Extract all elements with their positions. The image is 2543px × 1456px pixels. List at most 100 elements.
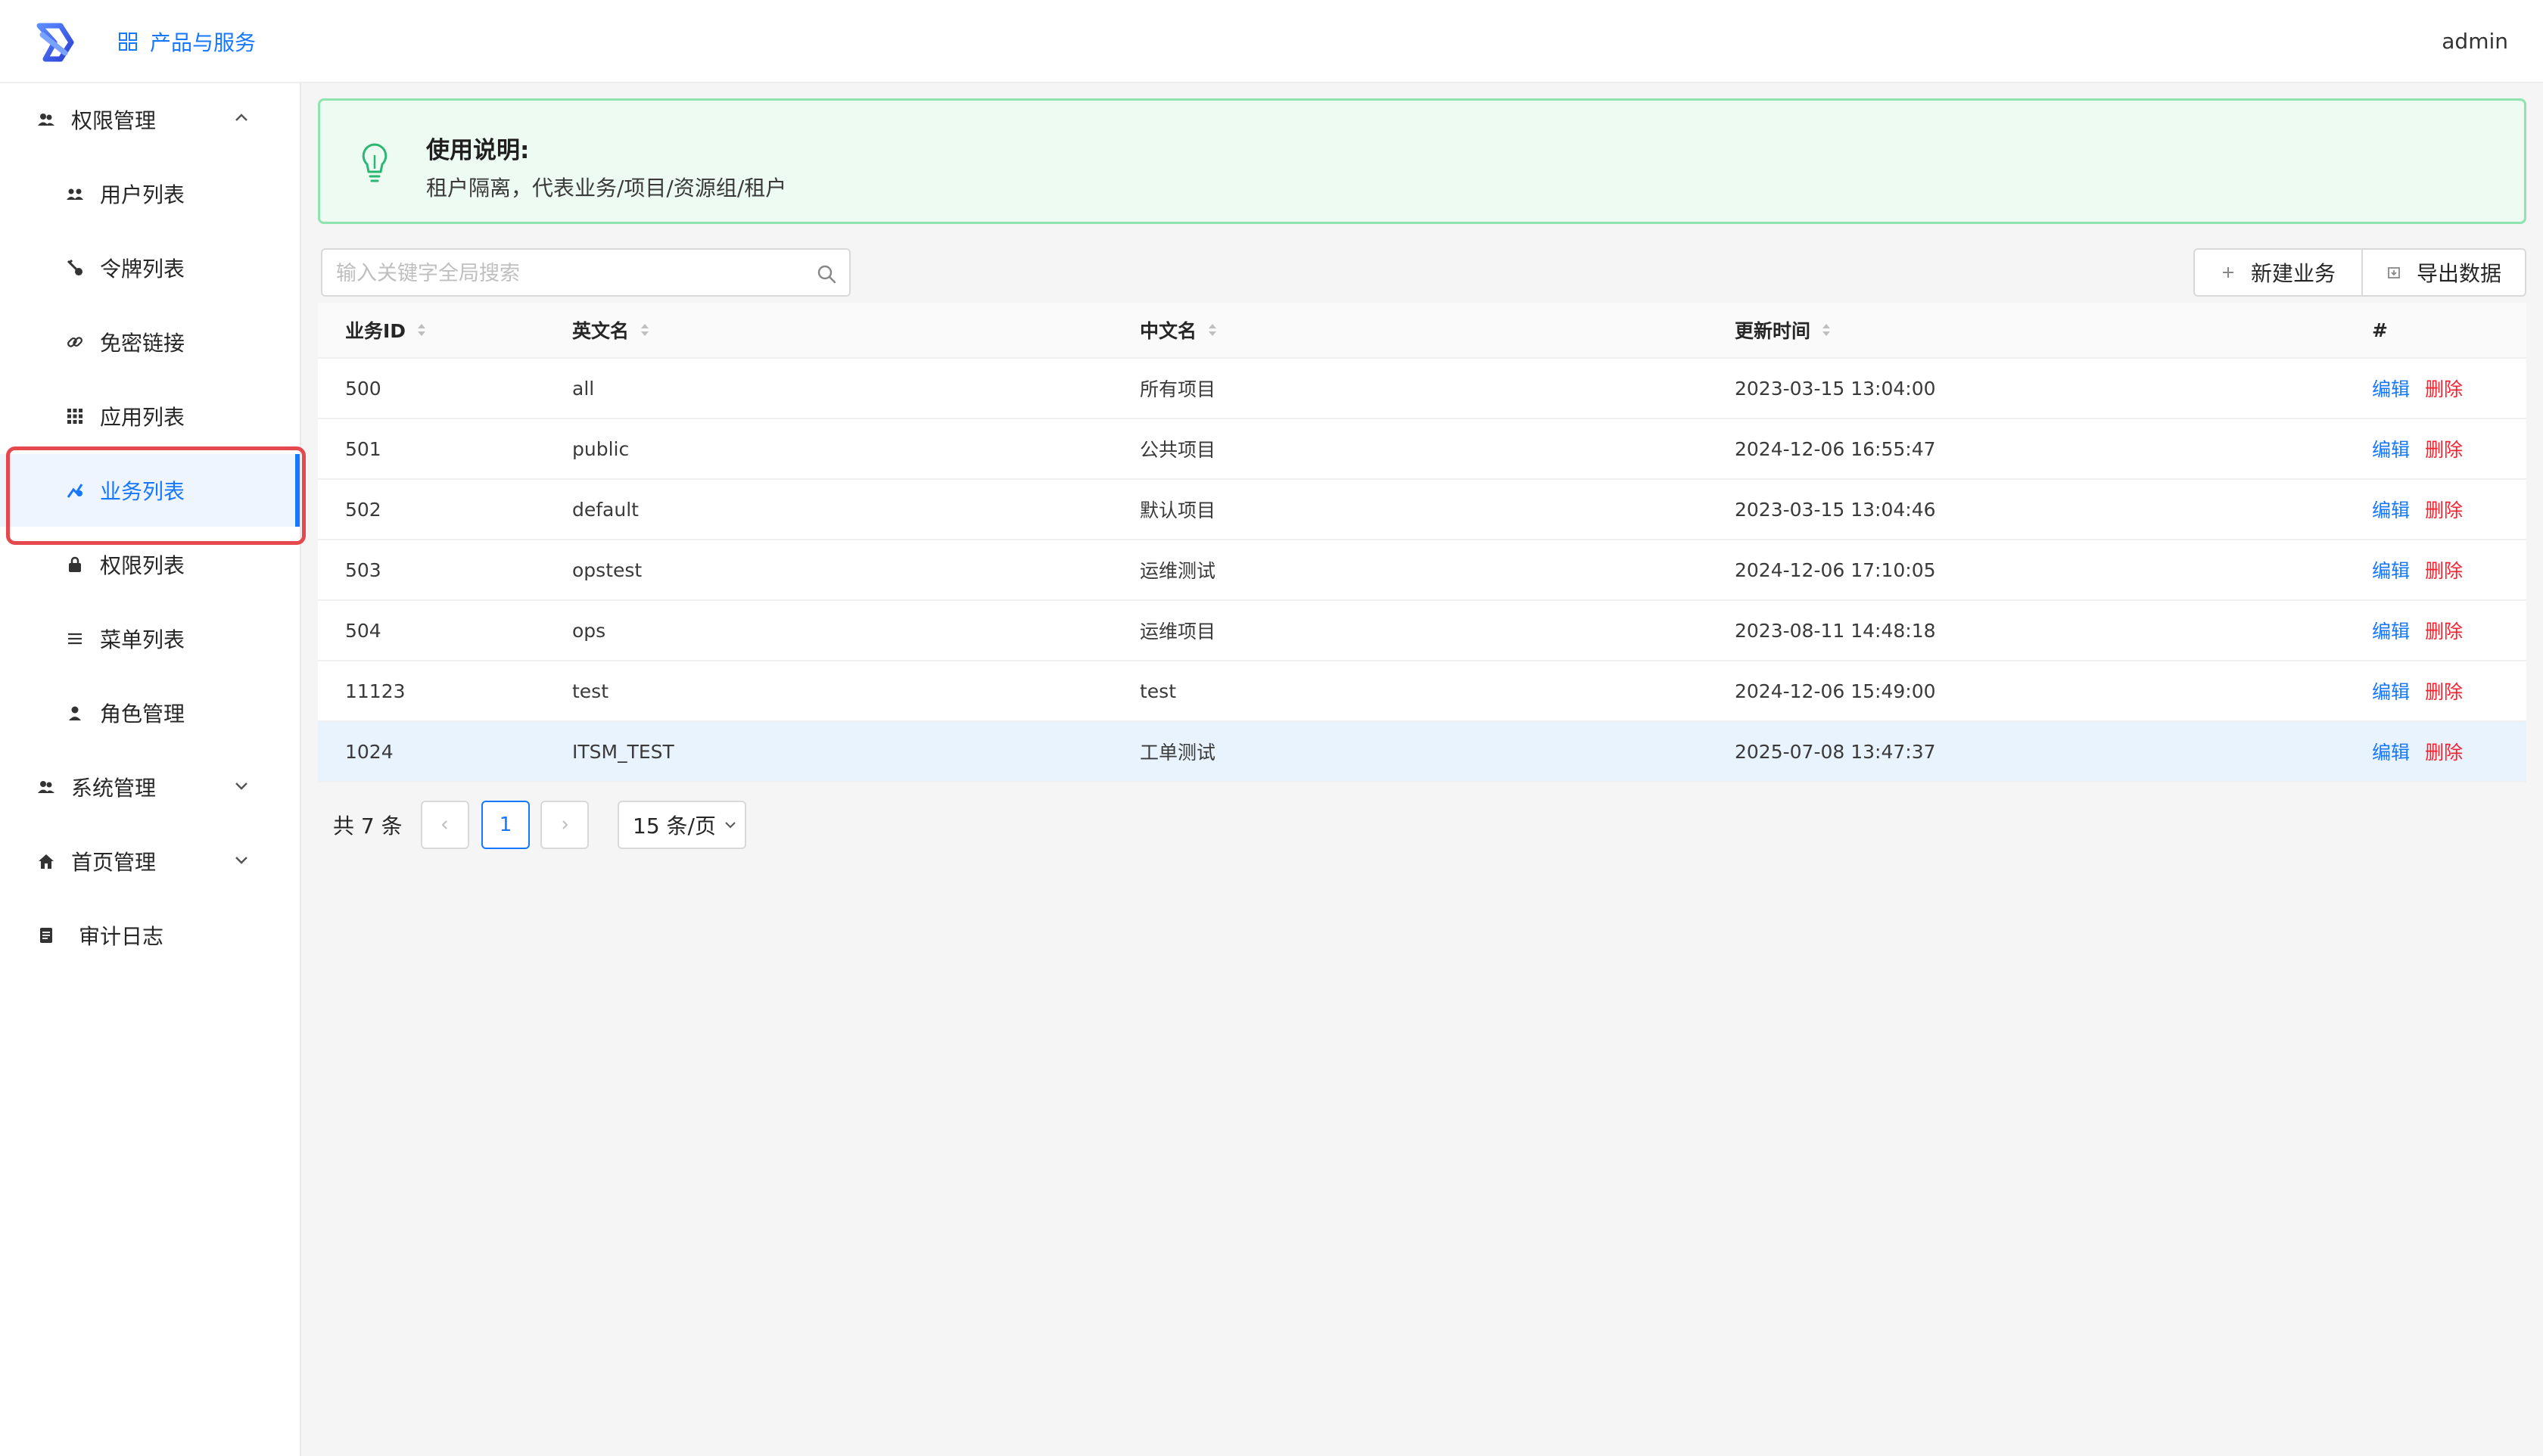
- cell-chinese-name: 运维测试: [1140, 560, 1216, 582]
- team-icon: [36, 777, 56, 797]
- sidebar-item-menu-list[interactable]: 菜单列表: [0, 602, 300, 675]
- chevron-right-icon: [562, 820, 568, 829]
- cell-id: 502: [345, 498, 381, 521]
- new-business-button[interactable]: 新建业务: [2195, 250, 2363, 295]
- delete-link[interactable]: 删除: [2425, 556, 2463, 583]
- edit-link[interactable]: 编辑: [2372, 556, 2410, 583]
- cell-chinese-name: 默认项目: [1140, 499, 1216, 521]
- sort-icon: [418, 324, 426, 336]
- delete-link[interactable]: 删除: [2425, 617, 2463, 644]
- sidebar-item-audit-log[interactable]: 审计日志: [0, 899, 300, 972]
- cell-english-name: opstest: [572, 558, 643, 581]
- sidebar-item-user-list[interactable]: 用户列表: [0, 157, 300, 230]
- column-header-label: 业务ID: [345, 320, 406, 342]
- delete-link[interactable]: 删除: [2425, 738, 2463, 765]
- plus-icon: [2222, 267, 2233, 278]
- cell-actions: 编辑 删除: [2372, 601, 2463, 660]
- sidebar-item-token-list[interactable]: 令牌列表: [0, 232, 300, 304]
- column-header-english-name[interactable]: 英文名: [572, 303, 650, 357]
- table-row[interactable]: 501 public 公共项目 2024-12-06 16:55:47 编辑 删…: [318, 419, 2526, 480]
- sidebar-item-passwordless-link[interactable]: 免密链接: [0, 306, 300, 378]
- edit-link[interactable]: 编辑: [2372, 677, 2410, 705]
- logo-icon[interactable]: [32, 20, 77, 65]
- sidebar-item-label: 免密链接: [100, 331, 185, 356]
- sidebar-item-role-management[interactable]: 角色管理: [0, 677, 300, 749]
- cell-id: 500: [345, 377, 381, 400]
- sidebar-item-permission-list[interactable]: 权限列表: [0, 528, 300, 601]
- cell-updated-time: 2023-03-15 13:04:46: [1735, 498, 1936, 521]
- page-size-select[interactable]: 15 条/页: [618, 801, 746, 849]
- export-data-label: 导出数据: [2416, 261, 2501, 286]
- edit-link[interactable]: 编辑: [2372, 617, 2410, 644]
- sidebar-item-label: 权限管理: [71, 108, 157, 133]
- export-data-button[interactable]: 导出数据: [2363, 250, 2525, 295]
- key-icon: [65, 258, 85, 278]
- edit-link[interactable]: 编辑: [2372, 375, 2410, 402]
- sort-icon: [1822, 324, 1831, 336]
- column-header-chinese-name[interactable]: 中文名: [1140, 303, 1218, 357]
- total-count: 共 7 条: [333, 814, 403, 838]
- table-header: 业务ID 英文名 中文名 更新时间 #: [318, 303, 2526, 359]
- cell-chinese-name: test: [1140, 680, 1177, 702]
- edit-link[interactable]: 编辑: [2372, 738, 2410, 765]
- alert-description: 租户隔离，代表业务/项目/资源组/租户: [426, 176, 787, 201]
- prev-page-button[interactable]: [421, 801, 469, 849]
- table-row[interactable]: 502 default 默认项目 2023-03-15 13:04:46 编辑 …: [318, 480, 2526, 540]
- sidebar-item-label: 业务列表: [100, 479, 185, 504]
- alert-title: 使用说明:: [426, 137, 530, 164]
- export-icon: [2388, 267, 2400, 278]
- column-header-id[interactable]: 业务ID: [345, 303, 427, 357]
- cell-english-name: test: [572, 680, 609, 702]
- users-icon: [65, 184, 85, 204]
- usage-alert: 使用说明: 租户隔离，代表业务/项目/资源组/租户: [318, 98, 2526, 224]
- cell-chinese-name: 所有项目: [1140, 378, 1216, 400]
- delete-link[interactable]: 删除: [2425, 677, 2463, 705]
- cell-updated-time: 2024-12-06 15:49:00: [1735, 680, 1936, 702]
- chevron-up-icon: [235, 114, 247, 121]
- products-services-menu[interactable]: 产品与服务: [118, 26, 256, 58]
- user-name[interactable]: admin: [2442, 29, 2508, 54]
- page-number-button[interactable]: 1: [481, 801, 530, 849]
- delete-link[interactable]: 删除: [2425, 435, 2463, 462]
- delete-link[interactable]: 删除: [2425, 496, 2463, 523]
- edit-link[interactable]: 编辑: [2372, 496, 2410, 523]
- table-row[interactable]: 11123 test test 2024-12-06 15:49:00 编辑 删…: [318, 661, 2526, 722]
- edit-link[interactable]: 编辑: [2372, 435, 2410, 462]
- delete-link[interactable]: 删除: [2425, 375, 2463, 402]
- next-page-button[interactable]: [540, 801, 589, 849]
- grid-icon: [119, 33, 137, 51]
- cell-actions: 编辑 删除: [2372, 722, 2463, 781]
- cell-id: 503: [345, 558, 381, 581]
- column-header-label: #: [2372, 319, 2388, 341]
- cell-english-name: ITSM_TEST: [572, 740, 674, 763]
- cell-updated-time: 2024-12-06 16:55:47: [1735, 437, 1936, 460]
- table-row[interactable]: 503 opstest 运维测试 2024-12-06 17:10:05 编辑 …: [318, 540, 2526, 601]
- table-row[interactable]: 504 ops 运维项目 2023-08-11 14:48:18 编辑 删除: [318, 601, 2526, 661]
- sidebar-item-label: 系统管理: [71, 776, 157, 801]
- sidebar-item-label: 用户列表: [100, 182, 185, 207]
- cell-updated-time: 2023-03-15 13:04:00: [1735, 377, 1936, 400]
- sidebar-item-home-management[interactable]: 首页管理: [0, 825, 300, 898]
- table-row[interactable]: 1024 ITSM_TEST 工单测试 2025-07-08 13:47:37 …: [318, 722, 2526, 782]
- team-icon: [36, 110, 56, 129]
- lock-icon: [65, 555, 85, 574]
- sidebar-item-system-management[interactable]: 系统管理: [0, 751, 300, 823]
- search-input[interactable]: [335, 256, 792, 291]
- search-icon[interactable]: [816, 263, 837, 285]
- menu-icon: [65, 629, 85, 649]
- chevron-down-icon: [235, 782, 247, 790]
- column-header-label: 更新时间: [1735, 320, 1811, 342]
- cell-chinese-name: 运维项目: [1140, 621, 1216, 642]
- cell-actions: 编辑 删除: [2372, 419, 2463, 478]
- sidebar-item-permission-management[interactable]: 权限管理: [0, 83, 300, 156]
- new-business-label: 新建业务: [2250, 261, 2336, 286]
- user-icon: [65, 703, 85, 723]
- sidebar: 权限管理 用户列表 令牌列表 免密链接 应用列表 业务列表 权限列表 菜单列表 …: [0, 83, 301, 1456]
- cell-id: 1024: [345, 740, 394, 763]
- sidebar-item-app-list[interactable]: 应用列表: [0, 380, 300, 453]
- column-header-updated-time[interactable]: 更新时间: [1735, 303, 1832, 357]
- sidebar-item-business-list[interactable]: 业务列表: [0, 454, 300, 527]
- table-row[interactable]: 500 all 所有项目 2023-03-15 13:04:00 编辑 删除: [318, 359, 2526, 419]
- sidebar-item-label: 审计日志: [79, 924, 164, 949]
- cell-updated-time: 2024-12-06 17:10:05: [1735, 558, 1936, 581]
